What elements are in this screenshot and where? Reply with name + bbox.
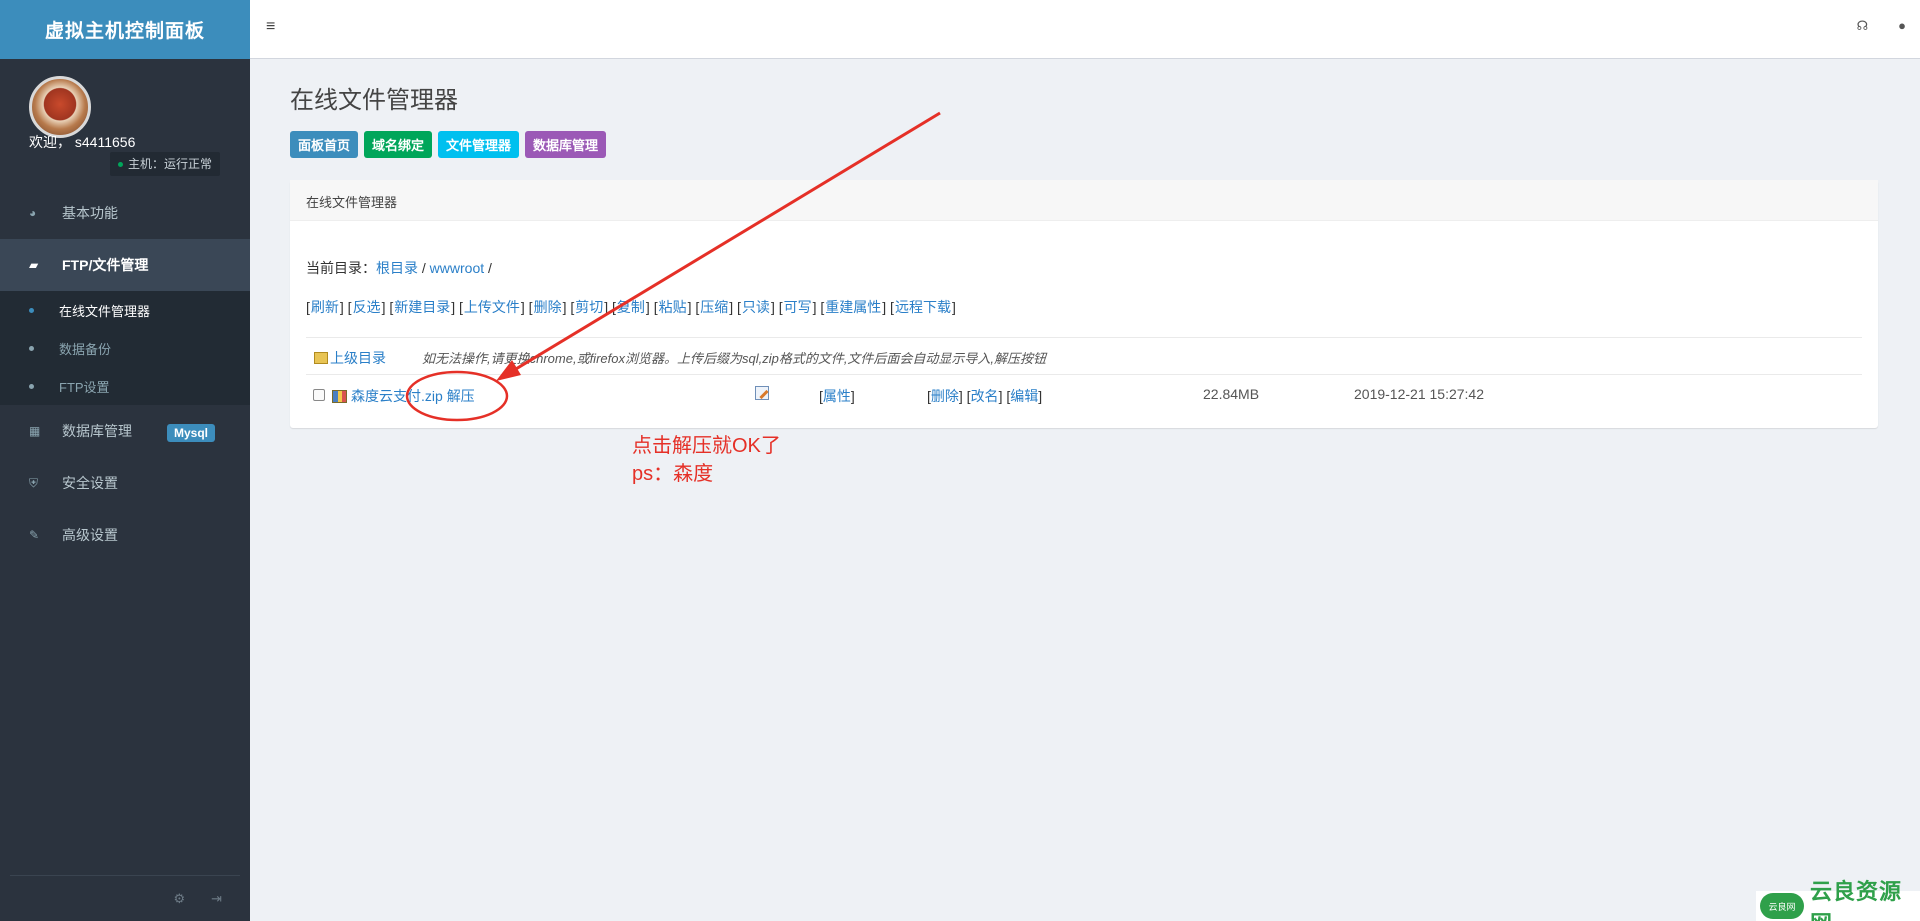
parent-dir-row: 上级目录 如无法操作,请更换chrome,或firefox浏览器。上传后缀为sq…: [306, 337, 1862, 374]
mysql-badge: Mysql: [167, 424, 216, 442]
browser-hint: 如无法操作,请更换chrome,或firefox浏览器。上传后缀为sql,zip…: [422, 351, 1047, 366]
sidebar-item-label: 数据库管理: [62, 423, 132, 439]
edit-icon: ✎: [29, 528, 40, 542]
parent-dir-link-cell[interactable]: 上级目录: [314, 348, 386, 368]
breadcrumb-separator: /: [484, 260, 492, 276]
unzip-link[interactable]: 解压: [447, 388, 475, 404]
sidebar-subitem-file-manager[interactable]: 在线文件管理器: [0, 291, 250, 329]
file-name-cell: 森度云支付.zip 解压: [332, 386, 475, 406]
quick-buttons: 面板首页 域名绑定 文件管理器 数据库管理: [290, 131, 607, 158]
invert-selection-link[interactable]: 反选: [353, 299, 381, 315]
writable-link[interactable]: 可写: [784, 299, 812, 315]
annotation-line-1: 点击解压就OK了: [632, 435, 781, 457]
new-folder-link[interactable]: 新建目录: [394, 299, 450, 315]
subitem-label: 数据备份: [59, 341, 112, 357]
props-cell: [属性]: [819, 388, 855, 404]
sidebar-subitem-ftp-settings[interactable]: FTP设置: [0, 367, 250, 405]
brand-title[interactable]: 虚拟主机控制面板: [0, 0, 250, 59]
status-text: 主机：运行正常: [128, 157, 213, 171]
subitem-label: FTP设置: [59, 379, 110, 395]
sidebar-item-label: 安全设置: [62, 475, 118, 491]
file-actions-cell: [删除] [改名] [编辑]: [927, 388, 1043, 404]
properties-link[interactable]: 属性: [823, 388, 851, 404]
sidebar-item-ftp[interactable]: ▰ FTP/文件管理: [0, 239, 250, 291]
main-content: 在线文件管理器 面板首页 域名绑定 文件管理器 数据库管理 在线文件管理器 当前…: [250, 60, 1920, 921]
gear-icon[interactable]: ⚙: [173, 891, 185, 907]
sidebar: 虚拟主机控制面板 欢迎， s4411656 主机：运行正常 ◕ 基本功能 ▰ F…: [0, 0, 250, 921]
logout-icon[interactable]: ⇥: [211, 891, 222, 907]
sidebar-footer: ⚙ ⇥: [10, 875, 240, 921]
subitem-label: 在线文件管理器: [59, 303, 151, 319]
menu-toggle-icon[interactable]: ≡: [266, 18, 275, 36]
welcome-text: 欢迎， s4411656: [29, 134, 136, 150]
breadcrumb-separator: /: [418, 260, 430, 276]
sidebar-item-label: 基本功能: [62, 205, 118, 221]
sidebar-item-advanced[interactable]: ✎ 高级设置: [0, 509, 250, 561]
action-toolbar: [刷新] [反选] [新建目录] [上传文件] [删除] [剪切] [复制] […: [306, 299, 956, 315]
edit-pencil-icon: [755, 386, 769, 400]
headset-icon[interactable]: ☊: [1857, 18, 1869, 34]
status-badge: 主机：运行正常: [110, 152, 221, 176]
bullet-icon: [29, 383, 34, 389]
database-manager-button[interactable]: 数据库管理: [525, 131, 607, 158]
remote-download-link[interactable]: 远程下载: [895, 299, 951, 315]
paste-link[interactable]: 粘贴: [659, 299, 687, 315]
table-icon: ▦: [29, 424, 41, 438]
status-dot-icon: [118, 162, 123, 168]
delete-link[interactable]: 删除: [534, 299, 562, 315]
zip-file-icon: [332, 390, 347, 403]
folder-open-icon: ▰: [29, 258, 39, 272]
shield-icon: ⛨: [29, 475, 39, 490]
dashboard-icon: ◕: [29, 206, 37, 220]
upload-file-link[interactable]: 上传文件: [464, 299, 520, 315]
file-size: 22.84MB: [1203, 386, 1260, 402]
bullet-icon: [29, 345, 34, 351]
rebuild-attributes-link[interactable]: 重建属性: [825, 299, 881, 315]
cut-link[interactable]: 剪切: [575, 299, 603, 315]
sidebar-item-security[interactable]: ⛨ 安全设置: [0, 457, 250, 509]
parent-dir-link[interactable]: 上级目录: [330, 350, 386, 366]
panel-home-button[interactable]: 面板首页: [290, 131, 359, 158]
file-delete-link[interactable]: 删除: [931, 388, 959, 404]
file-edit-link[interactable]: 编辑: [1010, 388, 1038, 404]
file-manager-button[interactable]: 文件管理器: [438, 131, 520, 158]
topbar-right: ☊ ●: [1857, 18, 1906, 34]
folder-up-icon: [314, 352, 328, 364]
user-panel: 欢迎， s4411656 主机：运行正常: [0, 59, 250, 187]
breadcrumb-wwwroot-link[interactable]: wwwroot: [430, 260, 484, 276]
breadcrumb-root-link[interactable]: 根目录: [376, 260, 418, 276]
file-modified-time: 2019-12-21 15:27:42: [1354, 386, 1484, 402]
compress-link[interactable]: 压缩: [700, 299, 728, 315]
sidebar-item-basic[interactable]: ◕ 基本功能: [0, 187, 250, 239]
file-manager-box: 在线文件管理器 当前目录：根目录 / wwwroot / [刷新] [反选] […: [290, 180, 1878, 428]
breadcrumb: 当前目录：根目录 / wwwroot /: [306, 258, 492, 278]
sidebar-item-label: 高级设置: [62, 527, 118, 543]
page-title: 在线文件管理器: [290, 87, 458, 114]
readonly-link[interactable]: 只读: [742, 299, 770, 315]
edit-file-icon[interactable]: [755, 386, 769, 403]
user-icon[interactable]: ●: [1898, 18, 1906, 34]
box-title: 在线文件管理器: [290, 180, 1878, 221]
file-checkbox[interactable]: [313, 387, 325, 403]
topbar: ≡ ☊ ●: [250, 0, 1920, 59]
watermark: 云良网 云良资源网: [1756, 879, 1920, 921]
file-row: 森度云支付.zip 解压 [属性] [删除] [改名] [编辑] 22.84MB…: [306, 374, 1862, 411]
annotation-line-2: ps：森度: [632, 463, 714, 485]
domain-binding-button[interactable]: 域名绑定: [364, 131, 433, 158]
sidebar-subitem-backup[interactable]: 数据备份: [0, 329, 250, 367]
checkbox-icon: [313, 389, 325, 401]
file-rename-link[interactable]: 改名: [971, 388, 999, 404]
avatar[interactable]: [29, 76, 91, 138]
ftp-submenu: 在线文件管理器 数据备份 FTP设置: [0, 291, 250, 405]
bullet-icon: [29, 307, 34, 313]
annotation-text: 点击解压就OK了 ps：森度: [632, 432, 781, 488]
breadcrumb-label: 当前目录：: [306, 260, 376, 276]
file-name-link[interactable]: 森度云支付.zip: [351, 388, 443, 404]
sidebar-item-label: FTP/文件管理: [62, 257, 149, 273]
watermark-cloud-logo: 云良网: [1760, 893, 1804, 919]
copy-link[interactable]: 复制: [617, 299, 645, 315]
refresh-link[interactable]: 刷新: [311, 299, 339, 315]
watermark-text: 云良资源网: [1810, 879, 1903, 921]
sidebar-item-database[interactable]: ▦ 数据库管理 Mysql: [0, 405, 250, 457]
